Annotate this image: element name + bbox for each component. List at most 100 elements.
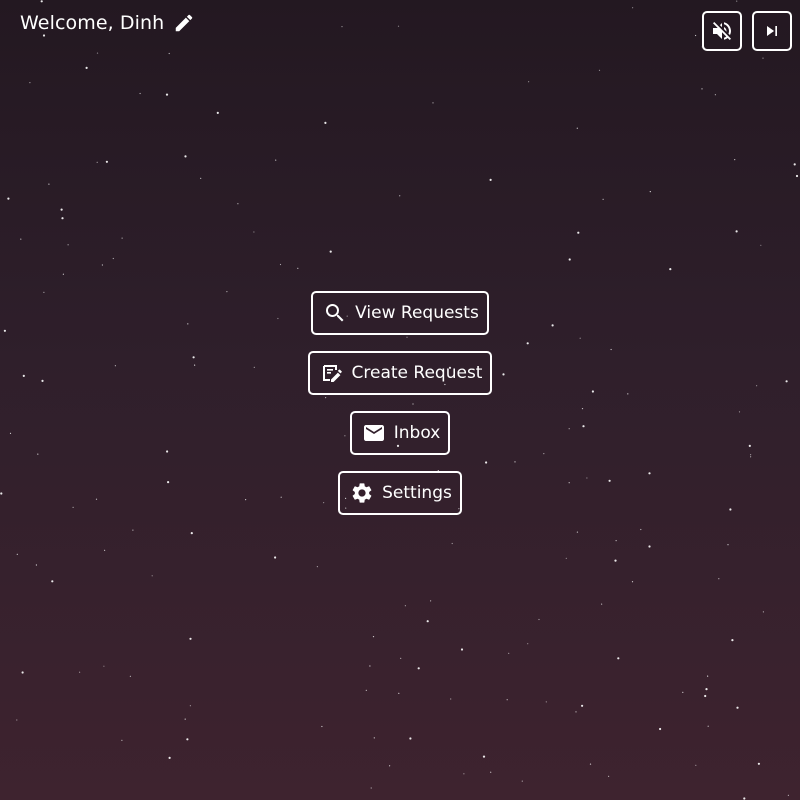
star xyxy=(736,0,738,2)
star xyxy=(67,244,69,246)
star xyxy=(29,82,31,84)
star xyxy=(42,34,46,37)
star xyxy=(538,618,540,621)
star xyxy=(132,529,134,531)
media-controls xyxy=(702,11,792,51)
greeting-header: Welcome, Dinh xyxy=(20,12,195,34)
star xyxy=(426,620,429,623)
star xyxy=(16,719,18,721)
star xyxy=(489,178,492,181)
star xyxy=(105,160,108,163)
star xyxy=(189,705,191,707)
star xyxy=(565,557,567,560)
star xyxy=(184,155,187,158)
star xyxy=(48,183,50,185)
star xyxy=(762,611,765,613)
star xyxy=(602,198,604,200)
star xyxy=(316,566,318,568)
star xyxy=(528,81,530,83)
star xyxy=(463,773,465,775)
star xyxy=(450,698,452,700)
star xyxy=(329,250,332,253)
star xyxy=(253,231,255,233)
star xyxy=(121,739,123,742)
star xyxy=(275,159,277,161)
star xyxy=(321,725,323,728)
star xyxy=(727,544,729,546)
mute-button[interactable] xyxy=(702,11,742,51)
settings-button[interactable]: Settings xyxy=(338,471,462,515)
star xyxy=(682,691,684,694)
create-request-button[interactable]: Create Request xyxy=(307,351,493,395)
star xyxy=(527,643,529,645)
star xyxy=(397,25,400,27)
star xyxy=(731,639,734,642)
star xyxy=(373,737,375,739)
settings-label: Settings xyxy=(382,483,452,503)
star xyxy=(129,675,131,677)
skip-button[interactable] xyxy=(752,11,792,51)
star xyxy=(432,102,434,104)
pencil-icon xyxy=(173,12,195,34)
star xyxy=(581,704,584,707)
star xyxy=(417,667,420,670)
star xyxy=(734,159,736,161)
star xyxy=(389,765,391,767)
star xyxy=(189,637,192,640)
star xyxy=(735,230,738,233)
mail-icon xyxy=(362,421,386,445)
star xyxy=(370,787,372,789)
star xyxy=(60,208,63,211)
star xyxy=(695,34,697,37)
star xyxy=(16,553,18,555)
star xyxy=(795,174,799,178)
star xyxy=(35,564,38,566)
view-requests-label: View Requests xyxy=(355,303,479,323)
star xyxy=(707,675,709,677)
star xyxy=(399,195,401,197)
star xyxy=(460,648,464,651)
star xyxy=(112,257,114,260)
star xyxy=(575,711,577,713)
star xyxy=(545,701,547,703)
star xyxy=(508,652,510,655)
star xyxy=(21,671,24,674)
inbox-label: Inbox xyxy=(393,423,441,443)
search-icon xyxy=(323,301,347,325)
star xyxy=(631,581,634,583)
star xyxy=(707,725,709,727)
star xyxy=(669,268,672,271)
star xyxy=(617,657,620,660)
edit-name-button[interactable] xyxy=(173,12,195,34)
star xyxy=(324,121,327,124)
star xyxy=(409,737,412,740)
star xyxy=(101,264,103,266)
star xyxy=(20,238,22,240)
inbox-button[interactable]: Inbox xyxy=(349,411,451,455)
star xyxy=(96,52,99,54)
star xyxy=(79,671,81,673)
star xyxy=(85,66,88,69)
star xyxy=(274,556,277,559)
star xyxy=(398,692,400,695)
star xyxy=(743,797,746,800)
star xyxy=(237,203,239,205)
main-menu: View Requests Create Request Inbox Setti… xyxy=(0,291,800,515)
star xyxy=(576,127,578,129)
star xyxy=(186,738,189,741)
star xyxy=(757,762,761,765)
star xyxy=(51,580,54,583)
star xyxy=(184,718,186,720)
star xyxy=(369,665,371,667)
star xyxy=(760,244,762,246)
star xyxy=(614,559,617,562)
star xyxy=(451,542,453,545)
gear-icon xyxy=(350,481,374,505)
view-requests-button[interactable]: View Requests xyxy=(311,291,489,335)
star xyxy=(705,688,708,691)
star xyxy=(701,88,703,90)
star xyxy=(190,532,193,535)
star xyxy=(695,764,697,766)
star xyxy=(297,267,299,269)
volume-off-icon xyxy=(710,19,734,43)
